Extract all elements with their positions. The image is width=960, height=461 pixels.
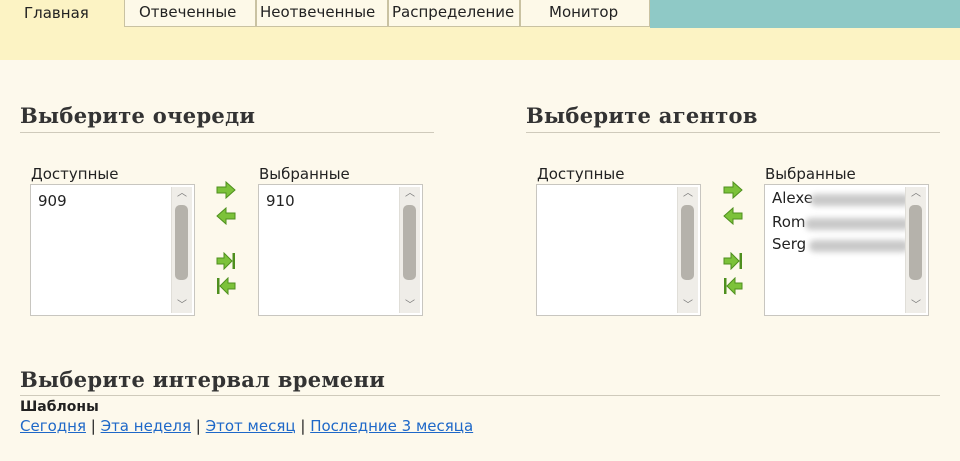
link-this-week[interactable]: Эта неделя bbox=[101, 417, 191, 435]
arrow-right-all-icon[interactable] bbox=[216, 252, 236, 270]
interval-title-rule bbox=[20, 395, 940, 396]
agents-selected-list[interactable]: Alexe Rom Serg ︿ ﹀ bbox=[764, 184, 929, 316]
arrow-right-icon[interactable] bbox=[723, 181, 743, 199]
queues-title: Выберите очереди bbox=[20, 103, 256, 128]
scroll-up-icon[interactable]: ︿ bbox=[678, 187, 698, 201]
scroll-up-icon[interactable]: ︿ bbox=[400, 187, 420, 201]
agents-selected-label: Выбранные bbox=[765, 165, 856, 183]
scrollbar[interactable]: ︿ ﹀ bbox=[399, 187, 420, 313]
tab-monitor[interactable]: Монитор bbox=[520, 0, 650, 27]
arrow-left-icon[interactable] bbox=[216, 207, 236, 225]
scroll-down-icon[interactable]: ﹀ bbox=[678, 299, 698, 313]
arrow-right-all-icon[interactable] bbox=[723, 252, 743, 270]
arrow-right-icon[interactable] bbox=[216, 181, 236, 199]
list-item[interactable]: 909 bbox=[38, 192, 67, 210]
scroll-up-icon[interactable]: ︿ bbox=[172, 187, 192, 201]
scrollbar[interactable]: ︿ ﹀ bbox=[905, 187, 926, 313]
queues-selected-list[interactable]: 910 ︿ ﹀ bbox=[258, 184, 423, 316]
templates-label: Шаблоны bbox=[20, 399, 99, 415]
tab-main[interactable]: Главная bbox=[0, 0, 124, 60]
scroll-down-icon[interactable]: ﹀ bbox=[400, 299, 420, 313]
link-separator: | bbox=[300, 417, 306, 435]
queues-selected-label: Выбранные bbox=[259, 165, 350, 183]
list-item[interactable]: Alexe bbox=[772, 189, 813, 207]
top-bar-filler bbox=[650, 0, 960, 28]
link-separator: | bbox=[90, 417, 96, 435]
interval-title: Выберите интервал времени bbox=[20, 367, 386, 392]
redaction-blur bbox=[805, 218, 910, 230]
link-separator: | bbox=[195, 417, 201, 435]
tab-distribution[interactable]: Распределение bbox=[388, 0, 520, 27]
scroll-thumb[interactable] bbox=[909, 205, 922, 280]
list-item[interactable]: 910 bbox=[266, 192, 295, 210]
arrow-left-all-icon[interactable] bbox=[216, 277, 236, 295]
redaction-blur bbox=[810, 194, 910, 206]
list-item[interactable]: Rom bbox=[772, 213, 806, 231]
agents-title-rule bbox=[526, 132, 940, 133]
scroll-thumb[interactable] bbox=[681, 205, 694, 280]
interval-links: Сегодня | Эта неделя | Этот месяц | Посл… bbox=[20, 417, 473, 435]
link-today[interactable]: Сегодня bbox=[20, 417, 86, 435]
scroll-up-icon[interactable]: ︿ bbox=[906, 187, 926, 201]
link-this-month[interactable]: Этот месяц bbox=[206, 417, 296, 435]
queues-available-list[interactable]: 909 ︿ ﹀ bbox=[30, 184, 195, 316]
scroll-thumb[interactable] bbox=[175, 205, 188, 280]
arrow-left-icon[interactable] bbox=[723, 207, 743, 225]
redaction-blur bbox=[809, 240, 909, 252]
queues-available-label: Доступные bbox=[31, 165, 119, 183]
scrollbar[interactable]: ︿ ﹀ bbox=[171, 187, 192, 313]
list-item[interactable]: Serg bbox=[772, 235, 806, 253]
scroll-down-icon[interactable]: ﹀ bbox=[172, 299, 192, 313]
scroll-thumb[interactable] bbox=[403, 205, 416, 280]
tab-answered[interactable]: Отвеченные bbox=[124, 0, 256, 27]
scroll-down-icon[interactable]: ﹀ bbox=[906, 299, 926, 313]
arrow-left-all-icon[interactable] bbox=[723, 277, 743, 295]
queues-title-rule bbox=[20, 132, 434, 133]
agents-available-list[interactable]: ︿ ﹀ bbox=[536, 184, 701, 316]
scrollbar[interactable]: ︿ ﹀ bbox=[677, 187, 698, 313]
agents-title: Выберите агентов bbox=[526, 103, 758, 128]
link-last-3-months[interactable]: Последние 3 месяца bbox=[310, 417, 473, 435]
agents-available-label: Доступные bbox=[537, 165, 625, 183]
tab-unanswered[interactable]: Неотвеченные bbox=[256, 0, 388, 27]
